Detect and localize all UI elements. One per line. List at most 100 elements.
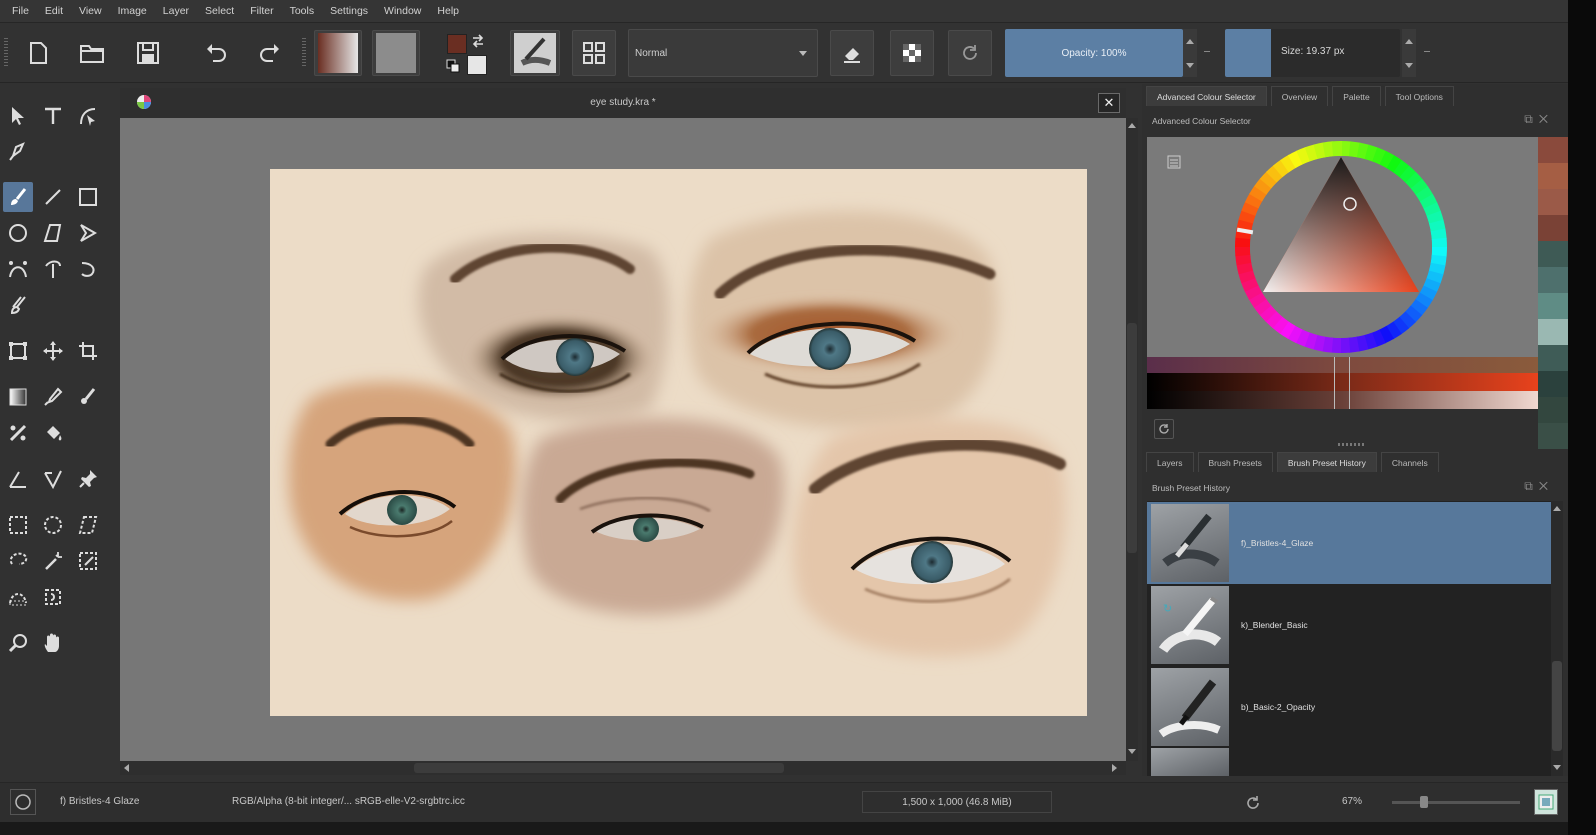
canvas-viewport[interactable] [120,118,1126,761]
brush-outline-button[interactable] [10,789,36,815]
reference-images-tool[interactable] [73,464,103,494]
similar-color-select-tool[interactable] [73,546,103,576]
polygon-tool[interactable] [38,218,68,248]
docker-float-close-icons[interactable]: ⧉✕ [1524,479,1554,494]
docker-float-close-icons[interactable]: ⧉✕ [1524,112,1554,127]
blend-mode-select[interactable]: Normal [628,29,818,77]
canvas-image[interactable] [270,169,1087,716]
scroll-down-icon[interactable] [1553,763,1561,771]
tab-brush-preset-history[interactable]: Brush Preset History [1276,452,1377,472]
scroll-left-icon[interactable] [123,764,131,772]
history-item[interactable]: f)_Bristles-4_Glaze [1147,502,1551,584]
menu-tools[interactable]: Tools [284,5,321,17]
opacity-spinner[interactable] [1183,29,1197,77]
foreground-color[interactable] [447,34,467,54]
color-swatch[interactable] [1538,397,1568,423]
size-spinner[interactable] [1402,29,1416,77]
brush-size-slider[interactable]: Size: 19.37 px [1225,29,1400,77]
color-swatch[interactable] [1538,215,1568,241]
transform-tool[interactable] [3,336,33,366]
menu-filter[interactable]: Filter [244,5,279,17]
document-tab[interactable]: eye study.kra * ✕ [120,88,1126,118]
save-button[interactable] [126,30,170,76]
menu-select[interactable]: Select [199,5,240,17]
horizontal-scroll-thumb[interactable] [414,763,784,773]
menu-window[interactable]: Window [378,5,427,17]
zoom-slider[interactable] [1392,796,1520,808]
menu-help[interactable]: Help [431,5,465,17]
polyline-tool[interactable] [73,218,103,248]
canvas-only-mode-button[interactable] [1534,789,1558,815]
move-tool[interactable] [38,336,68,366]
open-document-button[interactable] [70,30,114,76]
reload-preset-button[interactable] [948,30,992,76]
color-swatch[interactable] [1538,371,1568,397]
tab-palette[interactable]: Palette [1332,86,1381,106]
line-tool[interactable] [38,182,68,212]
opacity-slider[interactable]: Opacity: 100% [1005,29,1183,77]
tab-layers[interactable]: Layers [1146,452,1194,472]
color-swatch[interactable] [1538,241,1568,267]
docker-splitter[interactable] [1338,443,1366,446]
vertical-scroll-thumb[interactable] [1127,323,1137,553]
tab-advanced-colour-selector[interactable]: Advanced Colour Selector [1146,86,1267,106]
color-swatch[interactable] [1538,319,1568,345]
preserve-alpha-button[interactable] [890,30,934,76]
rect-select-tool[interactable] [3,510,33,540]
advanced-colour-selector[interactable] [1147,137,1538,409]
ellipse-select-tool[interactable] [38,510,68,540]
pan-tool[interactable] [38,628,68,658]
pattern-preset-button[interactable] [372,30,420,76]
zoom-tool[interactable] [3,628,33,658]
gradient-preset-button[interactable] [314,30,362,76]
tab-overview[interactable]: Overview [1270,86,1329,106]
toolbar-grip[interactable] [302,38,306,68]
crop-tool[interactable] [73,336,103,366]
text-tool[interactable] [38,101,68,131]
gradient-tool[interactable] [3,382,33,412]
history-scrollbar[interactable] [1551,501,1563,776]
color-settings-icon[interactable] [1167,155,1181,169]
eraser-mode-button[interactable] [830,30,874,76]
color-picker-tool[interactable] [38,382,68,412]
color-swatch[interactable] [1538,345,1568,371]
history-item[interactable]: ↻ k)_Blender_Basic [1147,584,1551,666]
dynamic-brush-tool[interactable] [73,254,103,284]
edit-shapes-tool[interactable] [73,101,103,131]
history-item[interactable]: b)_Basic-2_Opacity [1147,666,1551,748]
menu-image[interactable]: Image [112,5,153,17]
zoom-slider-handle[interactable] [1420,796,1428,808]
scroll-up-icon[interactable] [1128,122,1136,130]
rotate-canvas-icon[interactable] [1245,795,1261,811]
new-document-button[interactable] [16,30,60,76]
workspace-button[interactable] [572,30,616,76]
calligraphy-tool[interactable] [3,136,33,166]
polygon-select-tool[interactable] [73,510,103,540]
scroll-right-icon[interactable] [1110,764,1118,772]
bezier-select-tool[interactable] [3,582,33,612]
menu-edit[interactable]: Edit [39,5,69,17]
multibrush-tool[interactable] [3,290,33,320]
refresh-colors-button[interactable] [1154,419,1174,439]
tab-tool-options[interactable]: Tool Options [1384,86,1454,106]
menu-view[interactable]: View [73,5,108,17]
redo-button[interactable] [248,30,292,76]
close-document-button[interactable]: ✕ [1098,93,1120,113]
ellipse-tool[interactable] [3,218,33,248]
assistant-tool[interactable] [38,464,68,494]
select-shapes-tool[interactable] [3,101,33,131]
tab-brush-presets[interactable]: Brush Presets [1197,452,1273,472]
color-swatch[interactable] [1538,189,1568,215]
canvas-vertical-scrollbar[interactable] [1126,118,1138,761]
spin-down-icon[interactable] [1405,62,1413,68]
smart-patch-tool[interactable] [73,382,103,412]
spin-up-icon[interactable] [1405,38,1413,44]
bucket-fill-tool[interactable] [38,418,68,448]
freehand-select-tool[interactable] [3,546,33,576]
toolbar-grip[interactable] [4,38,8,68]
scroll-up-icon[interactable] [1553,505,1561,513]
fill-tool[interactable] [3,418,33,448]
freehand-path-tool[interactable] [38,254,68,284]
brush-preset-button[interactable] [510,30,560,76]
contiguous-select-tool[interactable] [38,546,68,576]
